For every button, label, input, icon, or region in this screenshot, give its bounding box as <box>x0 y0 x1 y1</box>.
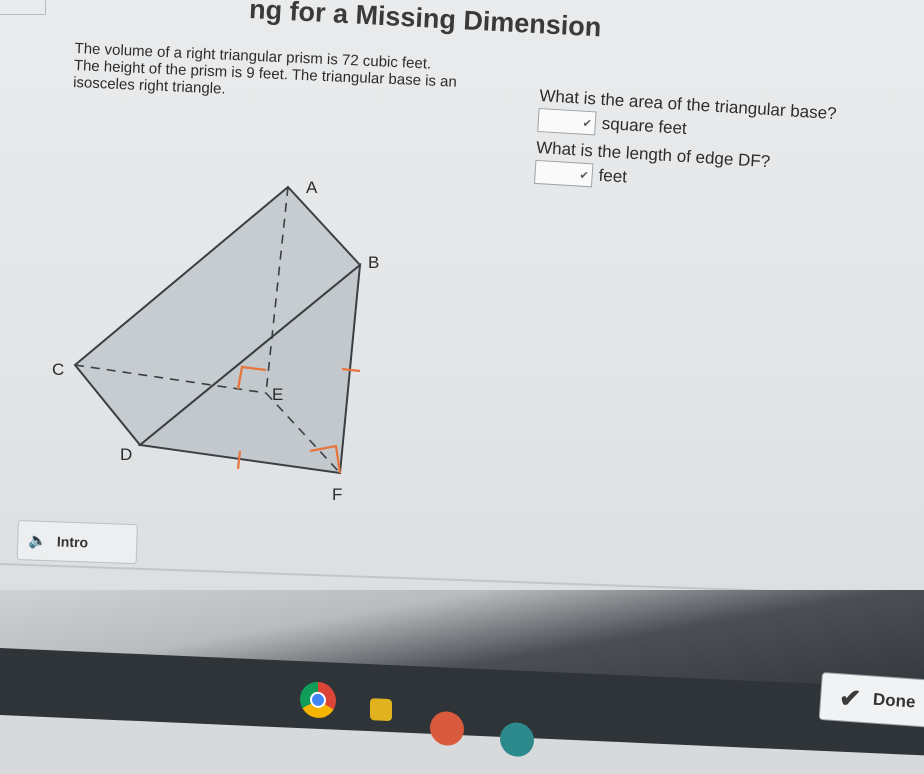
vertex-label-f: F <box>332 485 342 504</box>
done-label: Done <box>872 689 917 712</box>
speaker-icon: 🔈 <box>27 532 48 551</box>
vertex-label-c: C <box>52 360 64 379</box>
checkmark-icon: ✔ <box>838 681 863 714</box>
app-icon[interactable] <box>370 698 392 722</box>
vertex-label-d: D <box>120 445 132 464</box>
base-area-unit: square feet <box>601 113 688 139</box>
base-area-dropdown[interactable]: ✔ <box>537 107 597 136</box>
vertex-label-a: A <box>306 178 318 197</box>
vertex-label-e: E <box>272 385 283 404</box>
app-icon-red[interactable] <box>430 710 464 747</box>
edge-df-dropdown[interactable]: ✔ <box>534 159 594 188</box>
vertex-label-b: B <box>368 253 379 272</box>
chrome-icon[interactable] <box>300 681 336 719</box>
chevron-down-icon: ✔ <box>579 169 589 182</box>
edge-df-unit: feet <box>598 165 628 187</box>
intro-button[interactable]: 🔈 Intro <box>16 520 138 565</box>
prism-svg: A B C D E F <box>52 178 379 504</box>
prism-diagram: A B C D E F <box>40 165 400 525</box>
app-icon-teal[interactable] <box>500 721 534 758</box>
page-title: ng for a Missing Dimension <box>248 0 603 43</box>
intro-label: Intro <box>56 533 89 551</box>
screen: ng for a Missing Dimension The volume of… <box>0 0 924 600</box>
questions-panel: What is the area of the triangular base?… <box>534 86 920 213</box>
problem-statement: The volume of a right triangular prism i… <box>73 40 545 111</box>
done-button[interactable]: ✔ Done <box>818 672 924 729</box>
header-tab <box>0 0 46 15</box>
chevron-down-icon: ✔ <box>582 117 593 130</box>
